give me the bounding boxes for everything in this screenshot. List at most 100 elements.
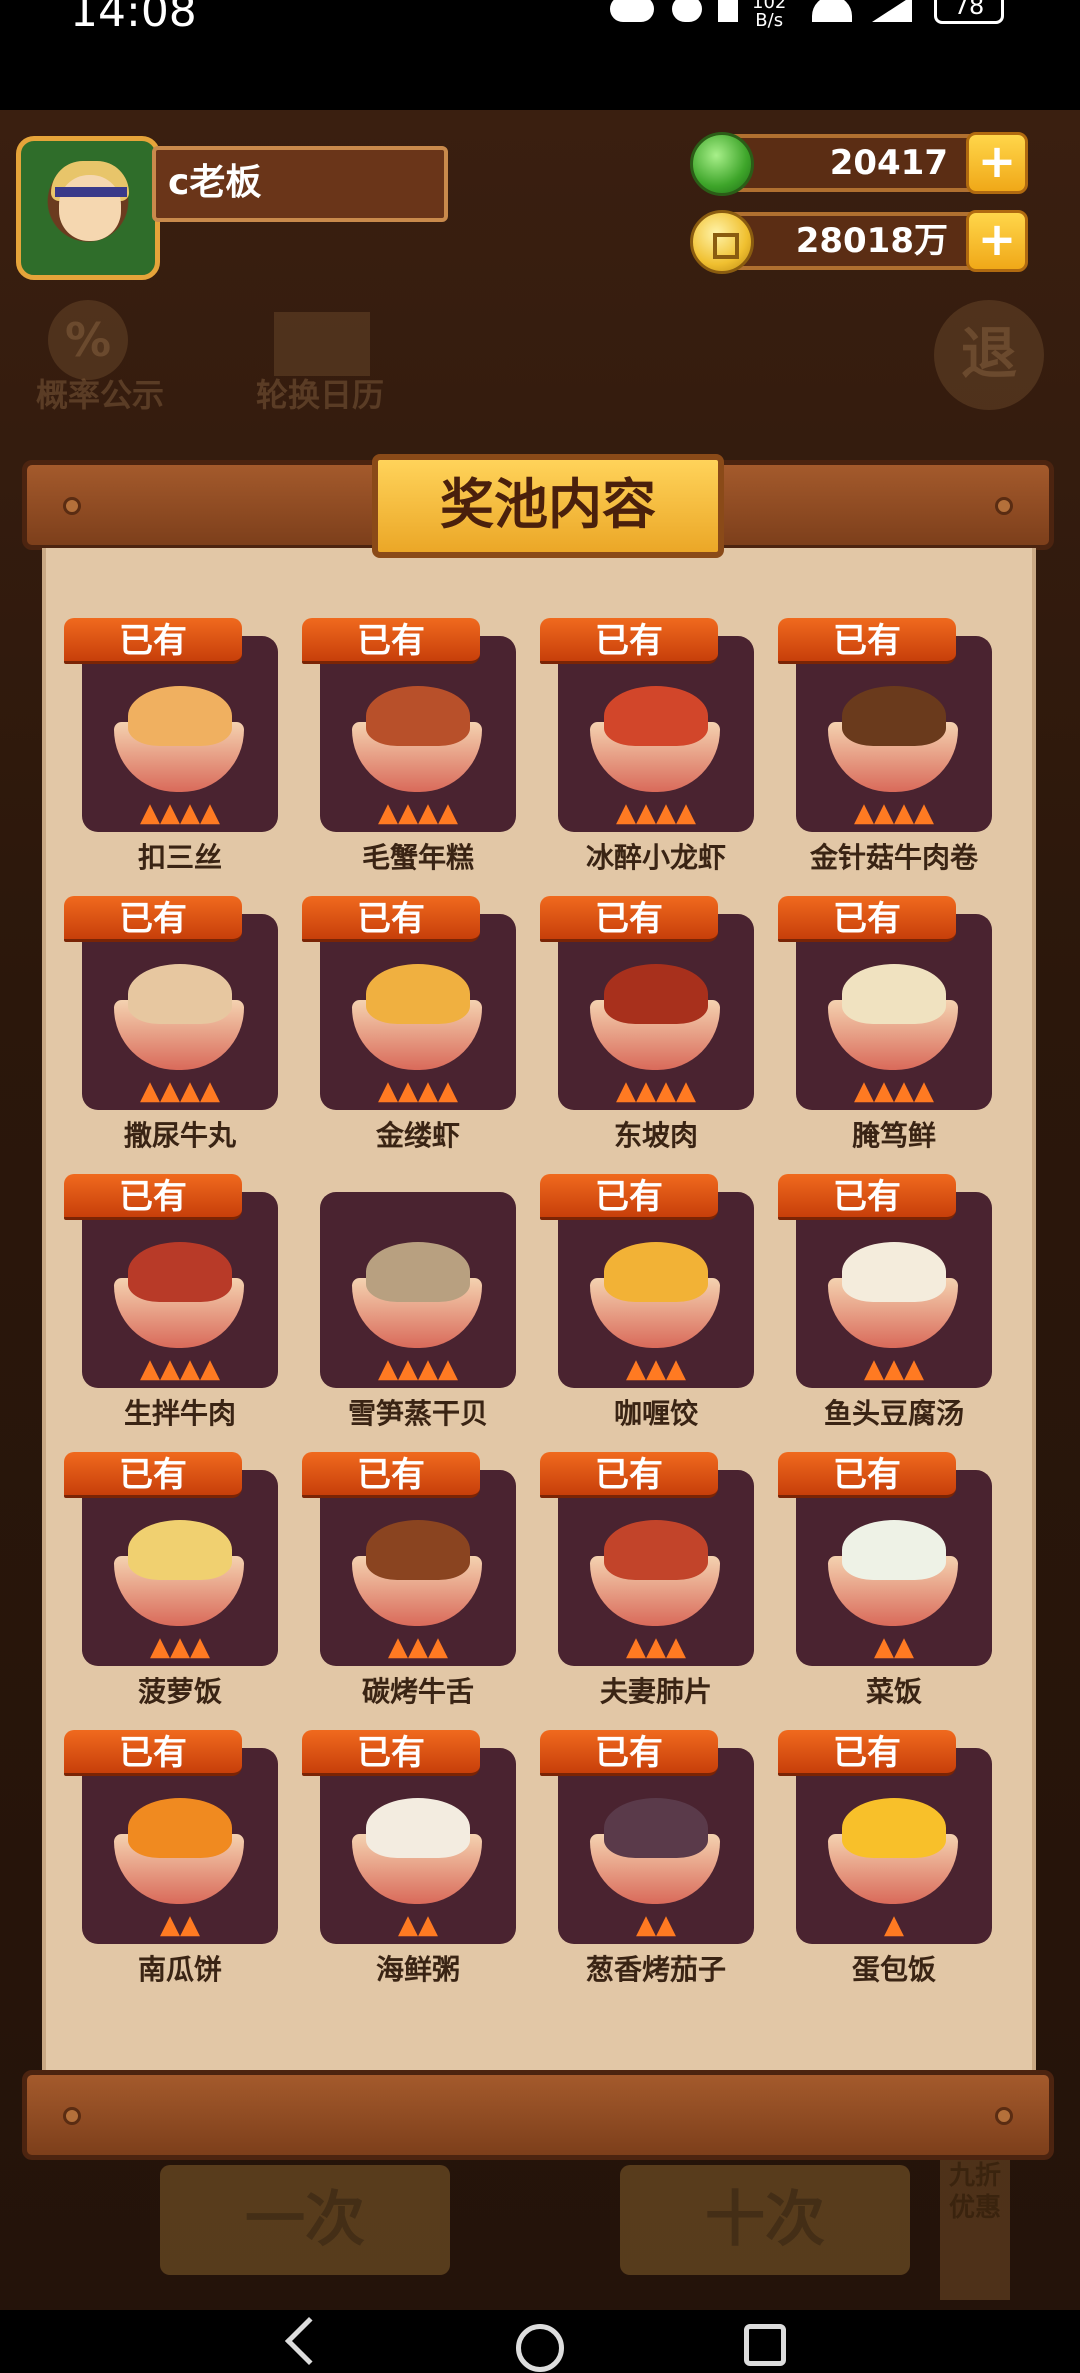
dish-name: 冰醉小龙虾 [585, 841, 726, 874]
panel-footer-board[interactable] [22, 2070, 1054, 2160]
clock: 14:08 [70, 0, 197, 37]
dish-card[interactable]: ▲▲▲▲ 已有 冰醉小龙虾 [538, 610, 778, 890]
dish-card[interactable]: ▲▲ 已有 葱香烤茄子 [538, 1722, 778, 2002]
owned-badge: 已有 [64, 1452, 242, 1498]
dish-card[interactable]: ▲▲▲ 已有菠萝饭 [62, 1444, 302, 1724]
dish-name: 毛蟹年糕 [361, 841, 474, 874]
dish-card[interactable]: ▲▲▲▲ 已有 腌笃鲜 [776, 888, 1016, 1168]
dish-name: 金缕虾 [375, 1119, 460, 1152]
dish-name: 东坡肉 [613, 1119, 698, 1152]
single-draw-button: 一次 [160, 2165, 450, 2275]
recents-icon[interactable] [744, 2324, 786, 2366]
probability-label: 概率公示 [36, 376, 165, 414]
back-icon[interactable] [284, 2316, 334, 2366]
flame-rating-icon: ▲▲▲▲ [378, 1076, 458, 1106]
add-coins-button[interactable]: + [966, 210, 1028, 272]
calendar-label: 轮换日历 [256, 376, 385, 414]
owned-badge: 已有 [64, 1174, 242, 1220]
dish-card[interactable]: ▲▲▲▲ 已有 撒尿牛丸 [62, 888, 302, 1168]
dish-card[interactable]: ▲▲▲▲ 已有扣三丝 [62, 610, 302, 890]
dish-name: 金针菇牛肉卷 [809, 841, 978, 874]
flame-rating-icon: ▲ [884, 1910, 904, 1940]
dish-card[interactable]: ▲▲▲▲ 雪笋蒸干贝 [300, 1166, 540, 1446]
flame-rating-icon: ▲▲ [636, 1910, 676, 1940]
dish-icon [604, 964, 708, 1024]
dish-icon [604, 1242, 708, 1302]
dish-card[interactable]: ▲▲▲ 已有鱼头豆腐汤 [776, 1166, 1016, 1446]
owned-badge: 已有 [64, 1730, 242, 1776]
probability-icon: % [48, 300, 128, 380]
flame-rating-icon: ▲▲▲ [626, 1632, 686, 1662]
eye-icon [610, 0, 654, 22]
dish-name: 撒尿牛丸 [123, 1119, 236, 1152]
flame-rating-icon: ▲▲▲▲ [854, 1076, 934, 1106]
dish-card[interactable]: ▲▲▲▲ 已有 金针菇牛肉卷 [776, 610, 1016, 890]
dish-icon [366, 1798, 470, 1858]
flame-rating-icon: ▲▲▲▲ [378, 798, 458, 828]
flame-rating-icon: ▲▲▲ [864, 1354, 924, 1384]
owned-badge: 已有 [778, 1730, 956, 1776]
flame-rating-icon: ▲▲▲▲ [140, 798, 220, 828]
player-name: c老板 [152, 146, 448, 222]
owned-badge: 已有 [778, 1452, 956, 1498]
owned-badge: 已有 [302, 1452, 480, 1498]
dish-card[interactable]: ▲▲ 已有 海鲜粥 [300, 1722, 540, 2002]
dish-icon [604, 1798, 708, 1858]
flame-rating-icon: ▲▲▲▲ [854, 798, 934, 828]
dish-name: 蛋包饭 [851, 1953, 936, 1986]
flame-rating-icon: ▲▲▲ [626, 1354, 686, 1384]
signal-icon [872, 0, 912, 22]
dish-card[interactable]: ▲▲▲ 已有 夫妻肺片 [538, 1444, 778, 1724]
dish-icon [842, 1242, 946, 1302]
owned-badge: 已有 [778, 1174, 956, 1220]
dish-icon [604, 686, 708, 746]
dish-name: 菜饭 [865, 1675, 922, 1708]
dish-name: 雪笋蒸干贝 [347, 1397, 488, 1430]
dish-name: 鱼头豆腐汤 [823, 1397, 964, 1430]
dish-card[interactable]: ▲ 已有蛋包饭 [776, 1722, 1016, 2002]
coin-icon [690, 210, 754, 274]
ten-draw-button: 十次 [620, 2165, 910, 2275]
dish-card[interactable]: ▲▲▲▲ 已有金缕虾 [300, 888, 540, 1168]
owned-badge: 已有 [540, 618, 718, 664]
dish-card[interactable]: ▲▲▲ 已有 咖喱饺 [538, 1166, 778, 1446]
dish-name: 扣三丝 [137, 841, 222, 874]
dish-name: 腌笃鲜 [851, 1119, 936, 1152]
dish-card[interactable]: ▲▲ 已有菜饭 [776, 1444, 1016, 1724]
flame-rating-icon: ▲▲▲▲ [616, 1076, 696, 1106]
owned-badge: 已有 [302, 896, 480, 942]
network-speed: 102 B/s [752, 0, 787, 31]
prize-pool-list: ▲▲▲▲ 已有 扣三丝 ▲▲▲▲ 已有 毛蟹年糕 ▲▲▲▲ 已有 冰醉小龙虾 ▲▲▲▲ 已有 金针菇牛… [42, 548, 1036, 2070]
flame-rating-icon: ▲▲▲ [150, 1632, 210, 1662]
flame-rating-icon: ▲▲ [160, 1910, 200, 1940]
dish-icon [366, 1520, 470, 1580]
dish-card[interactable]: ▲▲ 已有南瓜饼 [62, 1722, 302, 2002]
dish-name: 葱香烤茄子 [585, 1953, 726, 1986]
dish-card[interactable]: ▲▲▲▲ 已有 毛蟹年糕 [300, 610, 540, 890]
owned-badge: 已有 [540, 1174, 718, 1220]
add-jade-button[interactable]: + [966, 132, 1028, 194]
flame-rating-icon: ▲▲ [874, 1632, 914, 1662]
dish-icon [842, 1520, 946, 1580]
owned-badge: 已有 [64, 618, 242, 664]
dish-name: 菠萝饭 [137, 1675, 222, 1708]
dish-name: 生拌牛肉 [123, 1397, 236, 1430]
home-icon[interactable] [516, 2324, 564, 2372]
owned-badge: 已有 [302, 1730, 480, 1776]
dish-name: 碳烤牛舌 [361, 1675, 474, 1708]
dish-card[interactable]: ▲▲▲ 已有 碳烤牛舌 [300, 1444, 540, 1724]
dish-card[interactable]: ▲▲▲▲ 已有东坡肉 [538, 888, 778, 1168]
owned-badge: 已有 [540, 1452, 718, 1498]
avatar[interactable] [16, 136, 160, 280]
dish-card[interactable]: ▲▲▲▲ 已有 生拌牛肉 [62, 1166, 302, 1446]
owned-badge: 已有 [540, 896, 718, 942]
dish-name: 南瓜饼 [137, 1953, 222, 1986]
dish-icon [128, 964, 232, 1024]
battery-icon: 78 [934, 0, 1004, 24]
jade-icon [690, 132, 754, 196]
dish-icon [128, 1242, 232, 1302]
wifi-icon [812, 0, 852, 22]
dish-icon [604, 1520, 708, 1580]
flame-rating-icon: ▲▲▲▲ [140, 1076, 220, 1106]
exit-button: 退 [934, 300, 1044, 410]
